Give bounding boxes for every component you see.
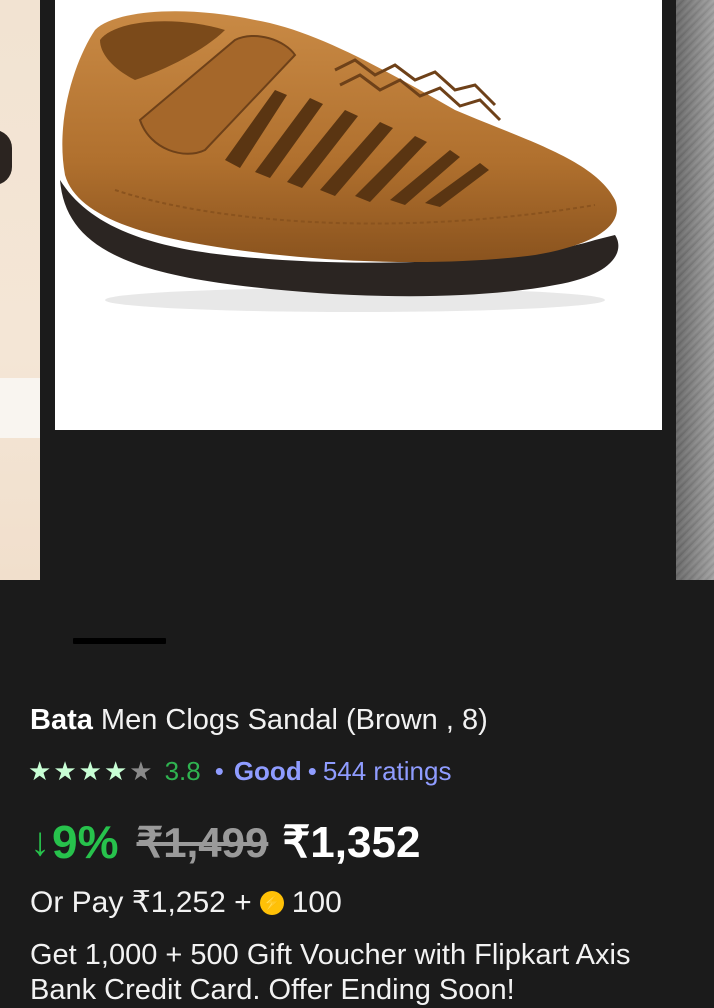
product-title: Bata Men Clogs Sandal (Brown , 8) <box>30 704 488 737</box>
rating-separator: • <box>307 755 317 786</box>
original-price: ₹1,499 <box>136 818 269 866</box>
coin-amount: 100 <box>291 885 342 919</box>
lightning-coin-icon: ⚡ <box>259 890 284 915</box>
rating-stars: ★ ★ ★ ★ ★ <box>28 758 153 784</box>
previous-shoe-image <box>0 130 12 185</box>
product-brand: Bata <box>30 704 93 736</box>
rating-separator: • <box>214 755 224 786</box>
product-name: Men Clogs Sandal (Brown , 8) <box>100 704 488 736</box>
discount-arrow-icon: ↓ <box>30 819 50 864</box>
rating-label: Good <box>233 755 302 786</box>
discount-percent: 9% <box>52 816 119 868</box>
carousel-indicator <box>73 638 166 644</box>
price-row: ↓ 9% ₹1,499 ₹1,352 <box>30 815 420 869</box>
star-filled-icon: ★ <box>103 756 128 786</box>
star-filled-icon: ★ <box>53 756 77 786</box>
rating-row[interactable]: ★ ★ ★ ★ ★ 3.8 • Good • 544 ratings <box>28 754 451 788</box>
next-image-peek[interactable] <box>676 0 714 580</box>
pay-text: Or Pay ₹1,252 + <box>30 886 252 919</box>
previous-image-peek[interactable] <box>0 0 40 580</box>
star-filled-icon: ★ <box>28 756 52 786</box>
brown-sandal-image <box>60 11 619 312</box>
supercoin-pay-row: Or Pay ₹1,252 + ⚡ 100 <box>30 885 342 920</box>
bank-offer-text: Get 1,000 + 500 Gift Voucher with Flipka… <box>30 939 631 1006</box>
previous-image-band <box>0 378 40 438</box>
selling-price: ₹1,352 <box>282 817 421 867</box>
star-empty-icon: ★ <box>129 756 153 786</box>
ratings-count-link[interactable]: 544 ratings <box>323 756 452 787</box>
product-image[interactable] <box>55 0 662 430</box>
rating-value: 3.8 <box>164 755 201 786</box>
image-carousel[interactable] <box>0 0 714 580</box>
star-filled-icon: ★ <box>78 756 102 786</box>
